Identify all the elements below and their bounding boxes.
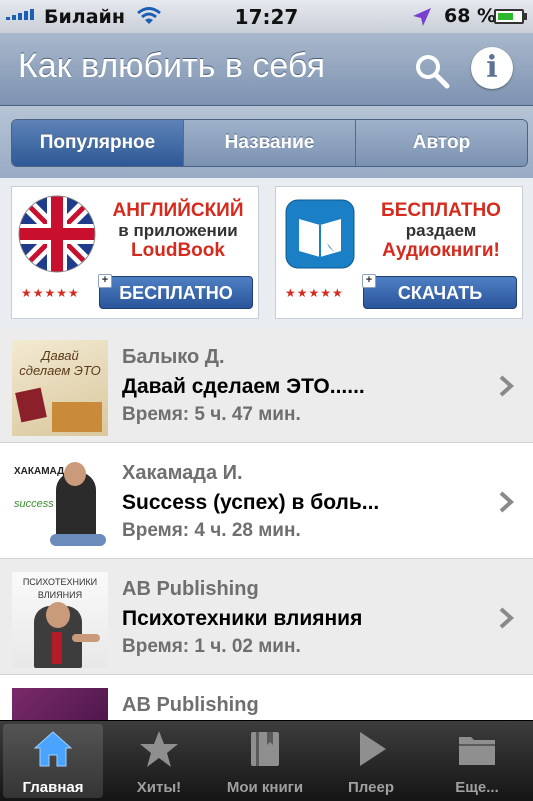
play-icon [360, 732, 386, 766]
cover-text: ПСИХОТЕХНИКИ ВЛИЯНИЯ [22, 577, 98, 600]
banner-left-stars: ★★★★★ [21, 286, 80, 300]
cover-text: Давай сделаем ЭТО [19, 348, 101, 378]
book-row[interactable]: Давай сделаем ЭТО Балыко Д. Давай сделае… [0, 327, 533, 443]
plus-icon: + [362, 274, 376, 288]
uk-flag-icon [18, 195, 96, 273]
tab-bar: Главная Хиты! Мои книги Плеер Еще... [0, 720, 533, 801]
tab-hits[interactable]: Хиты! [106, 721, 212, 801]
home-icon [33, 731, 73, 767]
chevron-right-icon [499, 491, 514, 513]
status-bar: Билайн 17:27 68 % [0, 0, 533, 33]
promo-banners: АНГЛИЙСКИЙ в приложении LoudBook ★★★★★ +… [0, 178, 533, 327]
battery-icon [494, 9, 524, 24]
book-cover [12, 688, 108, 720]
tab-player-label: Плеер [348, 779, 394, 796]
tab-hits-label: Хиты! [136, 779, 182, 796]
book-cover: ХАКАМАДА success [12, 456, 108, 552]
segment-title[interactable]: Название [183, 120, 355, 166]
page-title: Как влюбить в себя [18, 47, 326, 85]
tab-home[interactable]: Главная [0, 721, 106, 801]
book-author: Балыко Д. [122, 346, 225, 368]
chevron-right-icon [499, 607, 514, 629]
banner-right-line3: Аудиокниги! [382, 240, 500, 261]
book-icon [251, 732, 279, 766]
book-author: AB Publishing [122, 578, 259, 600]
battery-tip [524, 13, 527, 20]
tab-home-label: Главная [22, 779, 84, 796]
star-icon [140, 731, 178, 767]
battery-percent: 68 % [444, 5, 497, 27]
book-list: Давай сделаем ЭТО Балыко Д. Давай сделае… [0, 327, 533, 720]
book-duration: Время: 1 ч. 02 мин. [122, 636, 301, 657]
book-author: Хакамада И. [122, 462, 243, 484]
banner-left-line3: LoudBook [131, 240, 225, 261]
banner-right-line1: БЕСПЛАТНО [381, 200, 501, 221]
segment-popular[interactable]: Популярное [12, 120, 183, 166]
tab-player[interactable]: Плеер [318, 721, 424, 801]
tab-more[interactable]: Еще... [424, 721, 530, 801]
banner-right-line2: раздаем [405, 221, 477, 240]
book-cover: Давай сделаем ЭТО [12, 340, 108, 436]
book-row[interactable]: AB Publishing [0, 675, 533, 720]
info-icon: i [486, 50, 498, 85]
book-duration: Время: 5 ч. 47 мин. [122, 404, 301, 425]
navigation-bar: Как влюбить в себя i [0, 33, 533, 106]
book-title: Success (успех) в боль... [122, 491, 380, 514]
banner-right-stars: ★★★★★ [285, 286, 344, 300]
tab-more-label: Еще... [455, 779, 499, 796]
banner-right-button-label: СКАЧАТЬ [397, 283, 483, 303]
tab-my-books[interactable]: Мои книги [212, 721, 318, 801]
book-title: Психотехники влияния [122, 607, 363, 630]
book-author: AB Publishing [122, 694, 259, 716]
book-row[interactable]: ХАКАМАДА success Хакамада И. Success (ус… [0, 443, 533, 559]
segment-author[interactable]: Автор [355, 120, 527, 166]
tab-my-books-label: Мои книги [226, 779, 304, 796]
sort-bar: Популярное Название Автор [0, 106, 533, 178]
plus-icon: + [98, 274, 112, 288]
banner-left-line1: АНГЛИЙСКИЙ [112, 200, 244, 221]
info-button[interactable]: i [471, 47, 513, 89]
banner-left-button[interactable]: + БЕСПЛАТНО [98, 274, 253, 309]
book-app-icon [285, 199, 355, 269]
banner-loudbook-english[interactable]: АНГЛИЙСКИЙ в приложении LoudBook ★★★★★ +… [11, 186, 259, 319]
book-cover: ПСИХОТЕХНИКИ ВЛИЯНИЯ [12, 572, 108, 668]
sort-segmented-control: Популярное Название Автор [11, 119, 528, 167]
book-duration: Время: 4 ч. 28 мин. [122, 520, 301, 541]
book-title: Давай сделаем ЭТО...... [122, 375, 365, 398]
book-row[interactable]: ПСИХОТЕХНИКИ ВЛИЯНИЯ AB Publishing Психо… [0, 559, 533, 675]
chevron-right-icon [499, 375, 514, 397]
banner-left-button-label: БЕСПЛАТНО [119, 283, 233, 303]
folder-icon [459, 737, 495, 765]
banner-right-button[interactable]: + СКАЧАТЬ [362, 274, 517, 309]
location-arrow-icon [413, 8, 431, 26]
banner-left-line2: в приложении [118, 221, 238, 240]
search-icon[interactable] [412, 51, 452, 91]
banner-free-audiobooks[interactable]: БЕСПЛАТНО раздаем Аудиокниги! ★★★★★ + СК… [275, 186, 523, 319]
